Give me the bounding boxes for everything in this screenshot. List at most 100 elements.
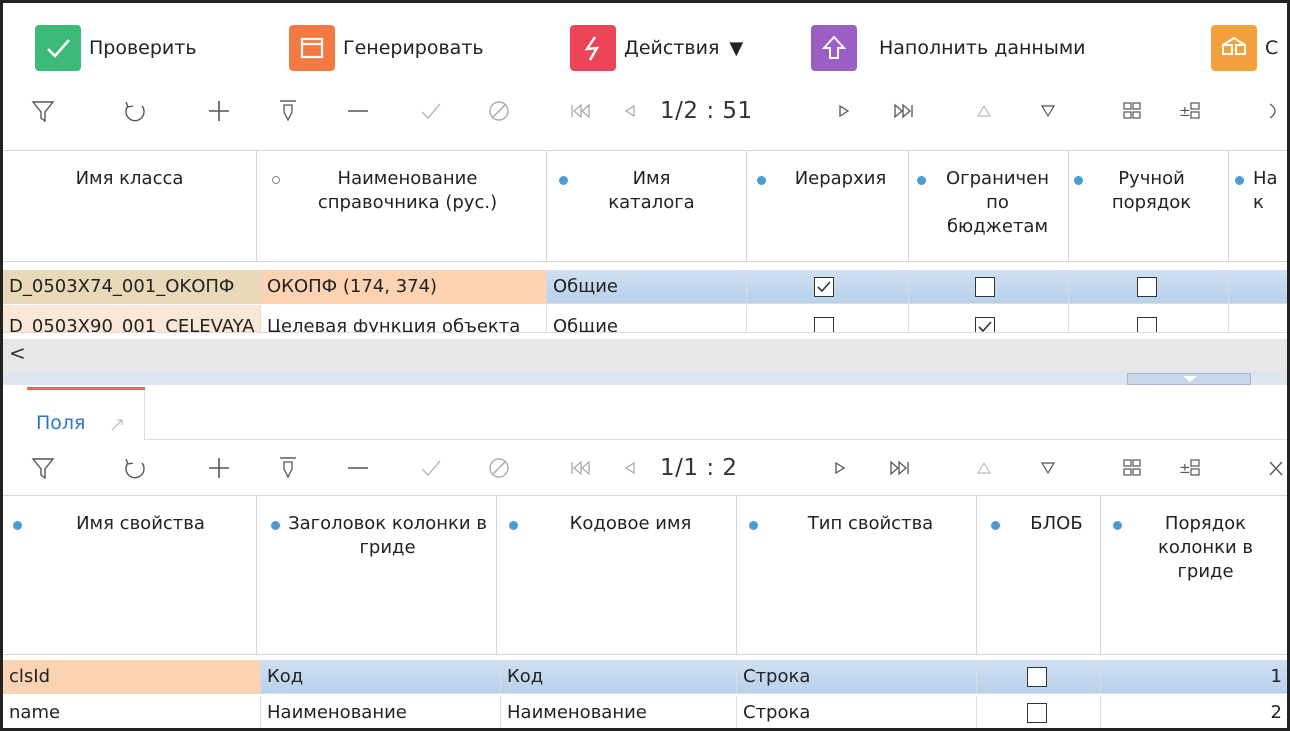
next-page-icon[interactable] [825, 445, 855, 491]
first-page-icon[interactable] [563, 445, 599, 491]
remove-icon[interactable] [338, 445, 378, 491]
table-cell[interactable]: ОКОПФ (174, 374) [261, 270, 547, 304]
fill-data-button[interactable]: Наполнить данными [811, 25, 1086, 71]
table-row[interactable]: D_0503X90_001_CELEVAYA Целевая функция о… [3, 305, 1287, 333]
move-up-icon[interactable] [969, 88, 999, 134]
table-cell[interactable]: name [3, 696, 261, 728]
column-header-label: Порядок колонки в гриде [1157, 513, 1254, 582]
table-cell[interactable]: Наименование [261, 696, 501, 728]
checkbox-checked[interactable] [975, 317, 995, 332]
column-header-manual-order[interactable]: Ручной порядок [1069, 151, 1229, 261]
column-header-class-name[interactable]: Имя класса [3, 151, 257, 261]
table-cell[interactable] [909, 270, 1069, 304]
table-cell[interactable]: Код [501, 660, 737, 694]
table-row[interactable]: name Наименование Наименование Строка 2 [3, 696, 1287, 728]
table-cell[interactable] [977, 696, 1101, 728]
last-page-icon[interactable] [881, 445, 917, 491]
table-cell[interactable] [747, 305, 909, 332]
expand-icon[interactable] [110, 418, 124, 432]
table-cell[interactable]: Код [261, 660, 501, 694]
next-page-icon[interactable] [829, 88, 859, 134]
column-header-property-name[interactable]: Имя свойства [3, 496, 257, 654]
table-cell[interactable]: D_0503X90_001_CELEVAYA [3, 305, 261, 332]
confirm-icon[interactable] [411, 445, 451, 491]
table-cell[interactable] [1229, 270, 1287, 304]
horizontal-scrollbar[interactable]: < [3, 339, 1287, 371]
move-down-icon[interactable] [1033, 445, 1063, 491]
table-cell[interactable]: 1 [1101, 660, 1287, 694]
column-header-hierarchy[interactable]: Иерархия [747, 151, 909, 261]
prev-page-icon[interactable] [615, 88, 645, 134]
column-header-code-name[interactable]: Кодовое имя [497, 496, 737, 654]
column-header-property-type[interactable]: Тип свойства [737, 496, 977, 654]
refresh-icon[interactable] [115, 445, 155, 491]
prev-page-icon[interactable] [615, 445, 645, 491]
column-header-truncated[interactable]: На к [1229, 151, 1287, 261]
cancel-icon[interactable] [479, 88, 519, 134]
grid-view-icon[interactable] [1115, 445, 1149, 491]
add-icon[interactable] [199, 88, 239, 134]
move-down-icon[interactable] [1033, 88, 1063, 134]
checkbox-unchecked[interactable] [1137, 317, 1157, 332]
filter-icon[interactable] [23, 445, 63, 491]
table-cell[interactable]: Строка [737, 696, 977, 728]
table-cell[interactable]: Наименование [501, 696, 737, 728]
panel-splitter[interactable] [3, 371, 1287, 385]
confirm-icon[interactable] [411, 88, 451, 134]
remove-icon[interactable] [338, 88, 378, 134]
cancel-icon[interactable] [479, 445, 519, 491]
table-row[interactable]: D_0503X74_001_OKОПФ ОКОПФ (174, 374) Общ… [3, 270, 1287, 304]
expand-collapse-icon[interactable]: ± [1173, 88, 1207, 134]
table-cell[interactable] [1229, 305, 1287, 332]
tab-fields[interactable]: Поля [27, 390, 145, 440]
column-header-blob[interactable]: БЛОБ [977, 496, 1101, 654]
table-cell[interactable]: Общие [547, 270, 747, 304]
checkbox-unchecked[interactable] [1137, 277, 1157, 297]
table-cell[interactable]: Строка [737, 660, 977, 694]
table-cell[interactable] [747, 270, 909, 304]
table-cell[interactable]: clsId [3, 660, 261, 694]
last-page-icon[interactable] [885, 88, 921, 134]
filter-icon[interactable] [23, 88, 63, 134]
table-row[interactable]: clsId Код Код Строка 1 [3, 660, 1287, 694]
close-icon[interactable] [1265, 445, 1287, 491]
checkbox-unchecked[interactable] [975, 277, 995, 297]
table-cell[interactable]: D_0503X74_001_OKОПФ [3, 270, 261, 304]
grid-view-icon[interactable] [1115, 88, 1149, 134]
checkbox-unchecked[interactable] [814, 317, 834, 332]
edit-icon[interactable] [268, 445, 308, 491]
expand-collapse-icon[interactable]: ± [1173, 445, 1207, 491]
move-up-icon[interactable] [969, 445, 999, 491]
generate-button[interactable]: Генерировать [289, 25, 484, 71]
splitter-handle[interactable] [1127, 373, 1251, 385]
refresh-icon[interactable] [115, 88, 155, 134]
svg-text:±: ± [1179, 104, 1191, 120]
checkbox-unchecked[interactable] [1027, 703, 1047, 723]
table-cell[interactable] [1069, 270, 1229, 304]
fill-data-label: Наполнить данными [879, 37, 1086, 59]
table-cell[interactable]: Целевая функция объекта [261, 305, 547, 332]
scroll-left-icon[interactable]: < [9, 341, 26, 365]
column-header-grid-caption[interactable]: Заголовок колонки в гриде [257, 496, 497, 654]
table-cell[interactable]: Общие [547, 305, 747, 332]
table-cell[interactable] [977, 660, 1101, 694]
bottom-grid-toolbar: 1/1 : 2 ± [3, 445, 1287, 491]
table-cell[interactable] [909, 305, 1069, 332]
extra-action-button[interactable]: С [1211, 25, 1278, 71]
table-cell[interactable] [1069, 305, 1229, 332]
column-header-budget-limited[interactable]: Ограничен по бюджетам [909, 151, 1069, 261]
actions-dropdown-button[interactable]: Действия ▼ [570, 25, 743, 71]
table-cell[interactable]: 2 [1101, 696, 1287, 728]
column-header-catalog-name[interactable]: Имя каталога [547, 151, 747, 261]
column-marker-icon [1235, 176, 1244, 185]
column-marker-icon [509, 521, 518, 530]
edit-icon[interactable] [268, 88, 308, 134]
checkbox-unchecked[interactable] [1027, 667, 1047, 687]
column-header-directory-name[interactable]: Наименование справочника (рус.) [257, 151, 547, 261]
check-button[interactable]: Проверить [35, 25, 197, 71]
column-header-grid-order[interactable]: Порядок колонки в гриде [1101, 496, 1287, 654]
checkbox-checked[interactable] [814, 277, 834, 297]
close-icon[interactable] [1265, 88, 1285, 134]
add-icon[interactable] [199, 445, 239, 491]
first-page-icon[interactable] [563, 88, 599, 134]
